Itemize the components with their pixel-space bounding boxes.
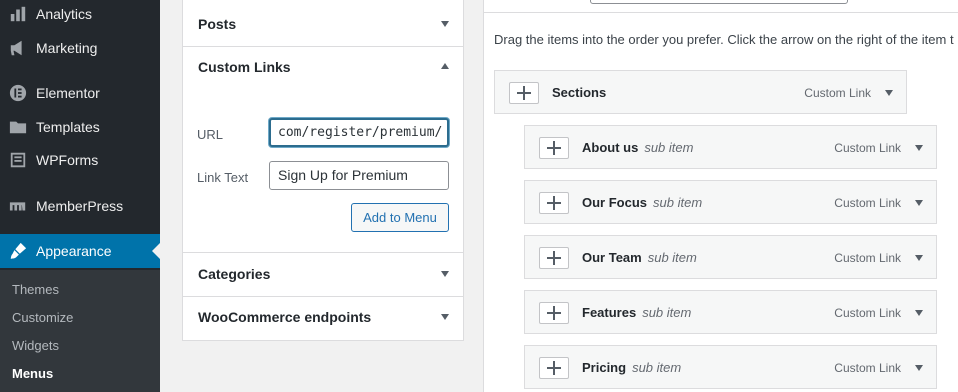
menu-item-title: Our Focus sub item xyxy=(582,195,703,210)
memberpress-icon xyxy=(8,196,28,216)
bar-chart-icon xyxy=(8,4,28,24)
accordion-categories[interactable]: Categories xyxy=(183,253,463,297)
menu-item-our-focus[interactable]: Our Focus sub item Custom Link xyxy=(524,180,937,224)
link-text-input[interactable]: Sign Up for Premium xyxy=(269,161,449,190)
sidebar-item-analytics[interactable]: Analytics xyxy=(0,0,160,31)
menu-item-title: Pricing sub item xyxy=(582,360,682,375)
sub-item-label: sub item xyxy=(644,140,694,155)
paintbrush-icon xyxy=(8,241,28,261)
menu-item-type: Custom Link xyxy=(834,361,901,375)
sub-item-label: sub item xyxy=(632,360,682,375)
sub-item-label: sub item xyxy=(642,305,692,320)
admin-sidebar: Analytics Marketing Elementor Templates … xyxy=(0,0,160,392)
chevron-down-icon[interactable] xyxy=(915,200,923,206)
accordion-custom-links[interactable]: Custom Links xyxy=(183,46,463,89)
menu-item-sections[interactable]: Sections Custom Link xyxy=(494,70,907,114)
accordion-posts[interactable]: Posts xyxy=(183,3,463,47)
url-input[interactable]: com/register/premium/ xyxy=(269,118,449,147)
menu-item-features[interactable]: Features sub item Custom Link xyxy=(524,290,937,334)
add-to-menu-button[interactable]: Add to Menu xyxy=(351,203,449,232)
sidebar-item-label: MemberPress xyxy=(36,198,124,214)
menu-item-title: About us sub item xyxy=(582,140,694,155)
accordion-title: Custom Links xyxy=(198,59,291,75)
sidebar-item-marketing[interactable]: Marketing xyxy=(0,31,160,65)
menu-item-title: Features sub item xyxy=(582,305,692,320)
menu-item-type: Custom Link xyxy=(834,306,901,320)
submenu-item-customize[interactable]: Customize xyxy=(12,310,73,325)
chevron-down-icon[interactable] xyxy=(915,145,923,151)
menu-item-type: Custom Link xyxy=(804,86,871,100)
submenu-item-widgets[interactable]: Widgets xyxy=(12,338,59,353)
custom-links-form: URL com/register/premium/ Link Text Sign… xyxy=(183,89,463,253)
url-label: URL xyxy=(197,127,224,142)
sidebar-item-label: Analytics xyxy=(36,6,93,22)
chevron-down-icon[interactable] xyxy=(441,314,449,320)
chevron-down-icon[interactable] xyxy=(915,255,923,261)
drag-instructions: Drag the items into the order you prefer… xyxy=(494,32,954,47)
folder-icon xyxy=(8,117,28,137)
menu-name-input[interactable] xyxy=(590,0,848,4)
sub-item-label: sub item xyxy=(647,250,697,265)
menu-item-type: Custom Link xyxy=(834,196,901,210)
sidebar-item-label: Templates xyxy=(36,119,100,135)
chevron-down-icon[interactable] xyxy=(915,365,923,371)
appearance-submenu: Themes Customize Widgets Menus xyxy=(0,270,160,392)
chevron-down-icon[interactable] xyxy=(885,90,893,96)
accordion-woocommerce-endpoints[interactable]: WooCommerce endpoints xyxy=(183,296,463,339)
sidebar-item-label: Elementor xyxy=(36,85,100,101)
sidebar-item-memberpress[interactable]: MemberPress xyxy=(0,189,160,223)
submenu-item-menus[interactable]: Menus xyxy=(12,366,53,381)
menu-item-our-team[interactable]: Our Team sub item Custom Link xyxy=(524,235,937,279)
add-menu-items-panel: Posts Custom Links URL com/register/prem… xyxy=(182,0,464,341)
menu-structure-panel: Drag the items into the order you prefer… xyxy=(483,0,958,392)
link-text-label: Link Text xyxy=(197,170,249,185)
menu-item-pricing[interactable]: Pricing sub item Custom Link xyxy=(524,345,937,389)
plus-icon[interactable] xyxy=(509,82,539,104)
chevron-up-icon[interactable] xyxy=(441,63,449,69)
menu-header xyxy=(484,0,958,13)
menu-item-type: Custom Link xyxy=(834,141,901,155)
chevron-down-icon[interactable] xyxy=(441,21,449,27)
sidebar-item-label: Appearance xyxy=(36,243,112,259)
plus-icon[interactable] xyxy=(539,192,569,214)
sidebar-item-elementor[interactable]: Elementor xyxy=(0,76,160,110)
sidebar-item-label: WPForms xyxy=(36,152,99,168)
accordion-title: WooCommerce endpoints xyxy=(198,309,372,325)
menu-item-type: Custom Link xyxy=(834,251,901,265)
accordion-title: Posts xyxy=(198,16,237,32)
megaphone-icon xyxy=(8,38,28,58)
menu-item-title: Sections xyxy=(552,85,607,100)
elementor-icon xyxy=(8,83,28,103)
submenu-item-themes[interactable]: Themes xyxy=(12,282,59,297)
sidebar-item-templates[interactable]: Templates xyxy=(0,110,160,144)
sidebar-item-label: Marketing xyxy=(36,40,98,56)
plus-icon[interactable] xyxy=(539,247,569,269)
chevron-down-icon[interactable] xyxy=(915,310,923,316)
chevron-down-icon[interactable] xyxy=(441,271,449,277)
plus-icon[interactable] xyxy=(539,302,569,324)
menu-item-title: Our Team sub item xyxy=(582,250,697,265)
menu-item-about-us[interactable]: About us sub item Custom Link xyxy=(524,125,937,169)
form-icon xyxy=(8,150,28,170)
plus-icon[interactable] xyxy=(539,357,569,379)
sidebar-item-wpforms[interactable]: WPForms xyxy=(0,143,160,177)
sidebar-item-appearance[interactable]: Appearance xyxy=(0,234,160,268)
sub-item-label: sub item xyxy=(653,195,703,210)
plus-icon[interactable] xyxy=(539,137,569,159)
accordion-title: Categories xyxy=(198,266,271,282)
